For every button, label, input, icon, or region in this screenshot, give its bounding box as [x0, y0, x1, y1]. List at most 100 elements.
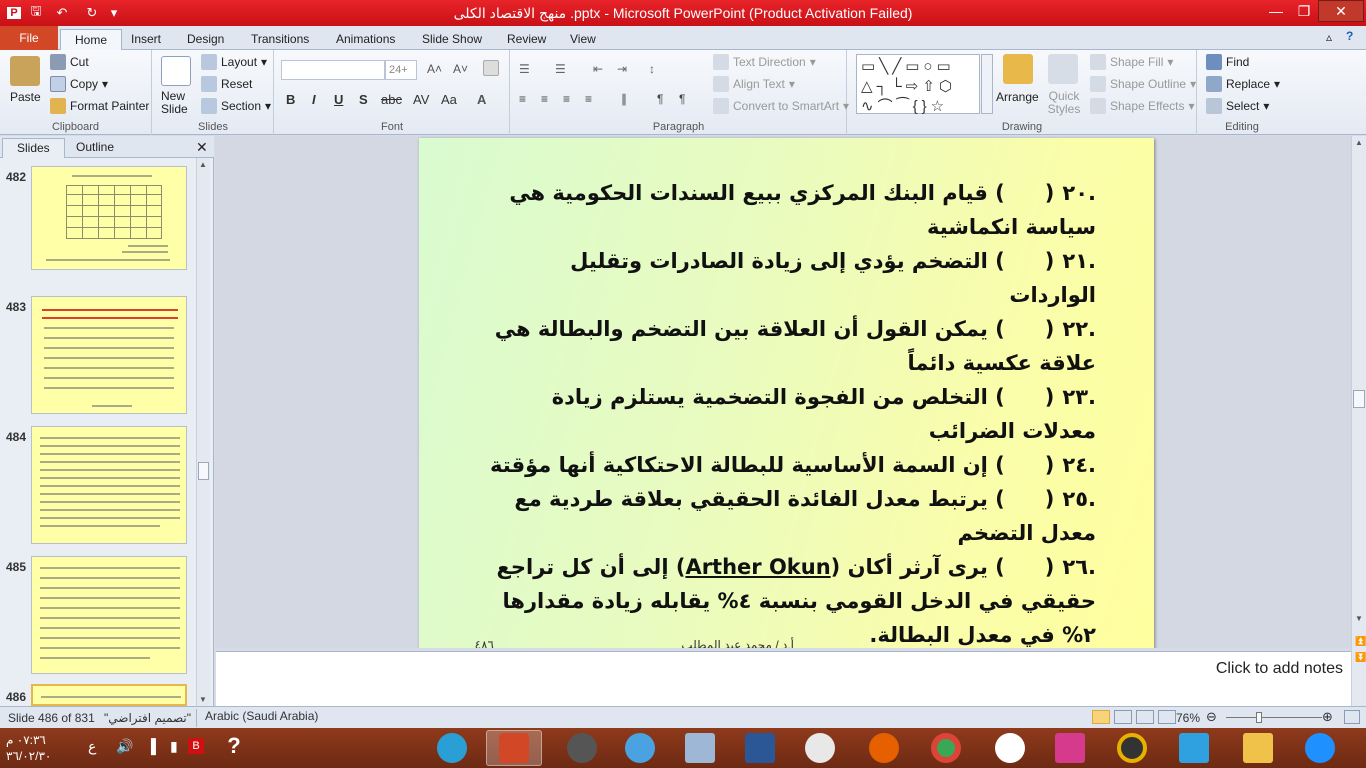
- quick-styles-button[interactable]: Quick Styles: [1044, 90, 1084, 116]
- input-language[interactable]: ع: [88, 738, 96, 755]
- app-tray-icon[interactable]: B: [188, 738, 204, 754]
- increase-indent-icon[interactable]: ⇥: [617, 62, 627, 76]
- shapes-gallery-scroll[interactable]: [981, 54, 993, 114]
- close-pane-icon[interactable]: ✕: [196, 139, 208, 156]
- bold-icon[interactable]: B: [286, 92, 295, 107]
- layout-button[interactable]: Layout ▾: [201, 54, 267, 70]
- taskbar-powerpoint[interactable]: [486, 730, 542, 766]
- zoom-slider-thumb[interactable]: [1256, 712, 1262, 723]
- tab-view[interactable]: View: [556, 29, 610, 50]
- align-left-icon[interactable]: ≡: [519, 92, 526, 106]
- taskbar-word[interactable]: [732, 730, 788, 766]
- taskbar-chrome[interactable]: [918, 730, 974, 766]
- reading-view-icon[interactable]: [1136, 710, 1154, 724]
- columns-icon[interactable]: ∥: [621, 92, 627, 106]
- shape-fill-button[interactable]: Shape Fill ▾: [1090, 54, 1173, 70]
- font-size-input[interactable]: 24+: [385, 60, 417, 80]
- clear-format-icon[interactable]: [483, 60, 499, 76]
- decrease-indent-icon[interactable]: ⇤: [593, 62, 603, 76]
- find-button[interactable]: Find: [1206, 54, 1249, 70]
- numbering-icon[interactable]: ☰: [555, 62, 566, 76]
- network-icon[interactable]: ▐: [146, 738, 156, 754]
- paste-icon[interactable]: [10, 56, 40, 86]
- taskbar-tool[interactable]: [1166, 730, 1222, 766]
- zoom-in-icon[interactable]: ⊕: [1322, 709, 1333, 725]
- align-right-icon[interactable]: ≡: [563, 92, 570, 106]
- scroll-thumb[interactable]: [198, 462, 209, 480]
- taskbar-explorer[interactable]: [1230, 730, 1286, 766]
- slide-scrollbar[interactable]: ▲ ▼ ⏫ ⏬: [1351, 136, 1366, 708]
- language-indicator[interactable]: Arabic (Saudi Arabia): [196, 709, 318, 727]
- replace-button[interactable]: Replace ▾: [1206, 76, 1280, 92]
- format-painter-button[interactable]: Format Painter: [50, 98, 149, 114]
- slide-thumbnail-486[interactable]: [31, 684, 187, 706]
- tab-transitions[interactable]: Transitions: [237, 29, 323, 50]
- justify-icon[interactable]: ≡: [585, 92, 592, 106]
- font-name-input[interactable]: [281, 60, 385, 80]
- section-button[interactable]: Section ▾: [201, 98, 271, 114]
- tab-home[interactable]: Home: [60, 29, 123, 50]
- tab-slide-show[interactable]: Slide Show: [408, 29, 496, 50]
- reset-button[interactable]: Reset: [201, 76, 252, 92]
- help-icon[interactable]: ?: [1346, 29, 1353, 43]
- scroll-down-icon[interactable]: ▼: [1355, 614, 1363, 623]
- zoom-level[interactable]: 76%: [1176, 711, 1200, 725]
- notes-placeholder[interactable]: Click to add notes: [1216, 660, 1343, 678]
- arrange-button[interactable]: Arrange: [996, 90, 1039, 104]
- underline-icon[interactable]: U: [334, 92, 343, 107]
- notes-pane[interactable]: Click to add notes: [216, 651, 1351, 706]
- char-spacing-icon[interactable]: AV: [413, 92, 429, 107]
- slide-text-body[interactable]: .٢٠() قيام البنك المركزي ببيع السندات ال…: [486, 176, 1096, 648]
- slide-show-icon[interactable]: [1158, 710, 1176, 724]
- previous-slide-icon[interactable]: ⏫: [1355, 636, 1366, 647]
- normal-view-icon[interactable]: [1092, 710, 1110, 724]
- taskbar-telegram[interactable]: [424, 730, 480, 766]
- tab-outline[interactable]: Outline: [62, 138, 128, 158]
- next-slide-icon[interactable]: ⏬: [1355, 652, 1366, 663]
- minimize-button[interactable]: —: [1262, 0, 1290, 22]
- rtl-icon[interactable]: ¶: [679, 92, 685, 106]
- align-text-button[interactable]: Align Text ▾: [713, 76, 795, 92]
- taskbar-media[interactable]: [1104, 730, 1160, 766]
- convert-smartart-button[interactable]: Convert to SmartArt ▾: [713, 98, 849, 114]
- taskbar-calculator[interactable]: [672, 730, 728, 766]
- quick-styles-icon[interactable]: [1048, 54, 1078, 84]
- shrink-font-icon[interactable]: A˅: [453, 62, 468, 76]
- tab-design[interactable]: Design: [173, 29, 238, 50]
- restore-button[interactable]: ❐: [1290, 0, 1318, 22]
- shapes-gallery[interactable]: ▭╲╱▭○▭ △┐└⇨⇧⬡ ∿⌒⁀{}☆: [856, 54, 980, 115]
- tab-review[interactable]: Review: [493, 29, 560, 50]
- scroll-up-icon[interactable]: ▲: [1355, 138, 1363, 147]
- shape-outline-button[interactable]: Shape Outline ▾: [1090, 76, 1196, 92]
- system-clock[interactable]: ٠٧:٣٦ م ٣٦/٠٢/٣٠: [6, 732, 51, 764]
- fit-to-window-icon[interactable]: [1344, 710, 1360, 724]
- taskbar-swirl[interactable]: [612, 730, 668, 766]
- slide-canvas[interactable]: .٢٠() قيام البنك المركزي ببيع السندات ال…: [419, 138, 1154, 648]
- slide-thumbnail-482[interactable]: [31, 166, 187, 270]
- taskbar-ie[interactable]: [1292, 730, 1348, 766]
- zoom-out-icon[interactable]: ⊖: [1206, 709, 1217, 725]
- theme-name[interactable]: "تصميم افتراضي": [104, 711, 191, 725]
- minimize-ribbon-icon[interactable]: ▵: [1326, 30, 1332, 44]
- shape-effects-button[interactable]: Shape Effects ▾: [1090, 98, 1195, 114]
- scroll-down-icon[interactable]: ▼: [199, 695, 207, 704]
- volume-icon[interactable]: 🔊: [116, 738, 133, 755]
- strikethrough-icon[interactable]: abc: [381, 92, 402, 107]
- taskbar-hp[interactable]: [982, 730, 1038, 766]
- arrange-icon[interactable]: [1003, 54, 1033, 84]
- slide-thumbnail-484[interactable]: [31, 426, 187, 544]
- change-case-icon[interactable]: Aa: [441, 92, 457, 107]
- new-slide-icon[interactable]: [161, 56, 191, 86]
- pane-scrollbar[interactable]: ▲ ▼: [196, 158, 210, 706]
- new-slide-button[interactable]: New Slide: [161, 90, 201, 116]
- copy-button[interactable]: Copy ▾: [50, 76, 108, 92]
- close-button[interactable]: ✕: [1318, 0, 1364, 22]
- battery-icon[interactable]: ▮: [170, 738, 178, 755]
- ltr-icon[interactable]: ¶: [657, 92, 663, 106]
- slide-thumbnail-485[interactable]: [31, 556, 187, 674]
- slide-sorter-icon[interactable]: [1114, 710, 1132, 724]
- shadow-icon[interactable]: S: [359, 92, 368, 107]
- tab-insert[interactable]: Insert: [117, 29, 175, 50]
- line-spacing-icon[interactable]: ↕: [649, 62, 655, 76]
- select-button[interactable]: Select ▾: [1206, 98, 1269, 114]
